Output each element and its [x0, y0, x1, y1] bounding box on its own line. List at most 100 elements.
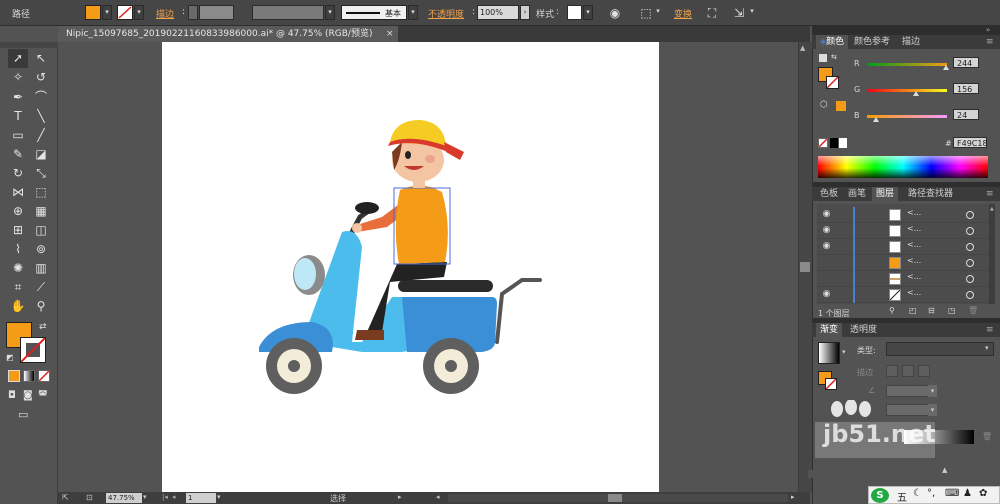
- ime-skin-icon[interactable]: ✿: [979, 488, 987, 499]
- g-slider[interactable]: [867, 89, 947, 92]
- swap-colors-icon[interactable]: ⇄: [39, 322, 49, 332]
- lasso-tool-icon[interactable]: ↺: [31, 68, 51, 87]
- layer-row[interactable]: ◉ <...: [817, 207, 995, 223]
- layers-scroll-up-icon[interactable]: ▲: [990, 206, 994, 212]
- ime-moon-icon[interactable]: ☾: [913, 488, 922, 499]
- r-value-input[interactable]: 244: [953, 57, 979, 68]
- ime-keyboard-icon[interactable]: ⌨: [945, 488, 959, 499]
- stroke-weight-stepper[interactable]: [188, 5, 198, 20]
- visibility-eye-icon[interactable]: ◉: [821, 241, 832, 252]
- share-icon[interactable]: ⇱: [62, 493, 74, 503]
- brush-definition[interactable]: 基本: [341, 5, 407, 20]
- stroke-dropdown[interactable]: ▾: [134, 5, 144, 20]
- arrange-dropdown[interactable]: ▾: [747, 5, 757, 20]
- mesh-tool-icon[interactable]: ⊞: [8, 221, 28, 240]
- fill-swatch[interactable]: [85, 5, 101, 20]
- tab-transparency[interactable]: 透明度: [846, 323, 881, 337]
- panel-collapse-icon[interactable]: »: [986, 26, 998, 34]
- draw-behind-icon[interactable]: ◙: [23, 390, 35, 402]
- new-layer-icon[interactable]: ◳: [948, 306, 958, 316]
- tab-color[interactable]: ◈颜色: [816, 35, 849, 49]
- gradient-type-select[interactable]: [886, 342, 994, 356]
- ime-mode[interactable]: 五: [897, 489, 907, 504]
- layers-menu-icon[interactable]: ≡: [982, 187, 998, 201]
- draw-normal-icon[interactable]: ◘: [8, 390, 20, 402]
- r-slider[interactable]: [867, 63, 947, 66]
- tab-pathfinder[interactable]: 路径查找器: [904, 187, 957, 201]
- tab-layers[interactable]: 图层: [872, 187, 899, 201]
- tab-stroke[interactable]: 描边: [898, 35, 924, 49]
- fill-dropdown[interactable]: ▾: [102, 5, 112, 20]
- b-value-input[interactable]: 24: [953, 109, 979, 120]
- blend-tool-icon[interactable]: ⊚: [31, 240, 51, 259]
- none-mode-icon[interactable]: [38, 370, 50, 382]
- layer-row[interactable]: ◉ <...: [817, 223, 995, 239]
- hex-value-input[interactable]: F49C18: [953, 137, 988, 148]
- opacity-arrow[interactable]: ›: [520, 5, 530, 20]
- stroke-weight-input[interactable]: [199, 5, 234, 20]
- create-sublayer-icon[interactable]: ⊟: [928, 306, 938, 316]
- artboard-tool-icon[interactable]: ⌗: [8, 278, 28, 297]
- r-slider-thumb[interactable]: [943, 65, 949, 70]
- color-panel-stroke[interactable]: [826, 76, 839, 89]
- gradient-tool-icon[interactable]: ◫: [31, 221, 51, 240]
- scroll-thumb[interactable]: [800, 262, 810, 272]
- black-swatch[interactable]: [830, 138, 838, 148]
- gradient-stroke-swatch[interactable]: [825, 378, 837, 390]
- gradient-menu-icon[interactable]: ≡: [982, 323, 998, 337]
- default-colors-icon[interactable]: ◩: [6, 353, 15, 362]
- style-dropdown[interactable]: ▾: [583, 5, 593, 20]
- perspective-grid-tool-icon[interactable]: ▦: [31, 202, 51, 221]
- width-tool-icon[interactable]: ⋈: [8, 183, 28, 202]
- artboard-dropdown-icon[interactable]: ▾: [217, 493, 225, 503]
- stroke-color-icon[interactable]: [20, 337, 46, 363]
- recolor-artwork-icon[interactable]: ◉: [607, 5, 623, 21]
- close-tab-icon[interactable]: ×: [386, 26, 394, 42]
- symbol-sprayer-tool-icon[interactable]: ✺: [8, 259, 28, 278]
- target-circle-icon[interactable]: [966, 259, 974, 267]
- status-arrow-icon[interactable]: ▸: [398, 493, 406, 503]
- align-selection-icon[interactable]: ⬚: [638, 5, 654, 21]
- line-tool-icon[interactable]: ╲: [31, 107, 51, 126]
- zoom-input[interactable]: 47.75%: [106, 493, 142, 503]
- layer-row[interactable]: <...: [817, 271, 995, 287]
- delete-layer-icon[interactable]: 🗑: [968, 306, 978, 316]
- target-circle-icon[interactable]: [966, 275, 974, 283]
- rotate-tool-icon[interactable]: ↻: [8, 164, 28, 183]
- isolate-group-icon[interactable]: ⛶: [704, 5, 720, 21]
- paintbrush-tool-icon[interactable]: ╱: [31, 126, 51, 145]
- target-circle-icon[interactable]: [966, 291, 974, 299]
- pencil-tool-icon[interactable]: ✎: [8, 145, 28, 164]
- screen-mode-icon[interactable]: ▭: [18, 408, 36, 422]
- tab-color-guide[interactable]: 颜色参考: [850, 35, 894, 49]
- make-clipping-mask-icon[interactable]: ◰: [909, 306, 919, 316]
- gamut-swatch[interactable]: [836, 101, 846, 111]
- selection-tool-icon[interactable]: ➚: [8, 49, 28, 68]
- b-slider[interactable]: [867, 115, 947, 118]
- layer-row[interactable]: ◉ <...: [817, 287, 995, 303]
- locate-object-icon[interactable]: ⚲: [889, 306, 899, 316]
- tab-brushes[interactable]: 画笔: [844, 187, 870, 201]
- ime-user-icon[interactable]: ♟: [963, 488, 972, 499]
- visibility-eye-icon[interactable]: ◉: [821, 289, 832, 300]
- target-circle-icon[interactable]: [966, 227, 974, 235]
- graphic-style-swatch[interactable]: [567, 5, 582, 20]
- stroke-label[interactable]: 描边: [156, 7, 174, 20]
- free-transform-tool-icon[interactable]: ⬚: [31, 183, 51, 202]
- target-circle-icon[interactable]: [966, 243, 974, 251]
- rectangle-tool-icon[interactable]: ▭: [8, 126, 28, 145]
- magic-wand-tool-icon[interactable]: ✧: [8, 68, 28, 87]
- gradient-preview-dropdown-icon[interactable]: ▾: [842, 348, 850, 356]
- scale-tool-icon[interactable]: ⤡: [31, 164, 51, 183]
- visibility-eye-icon[interactable]: ◉: [821, 209, 832, 220]
- color-mode-icon[interactable]: [8, 370, 20, 382]
- column-graph-tool-icon[interactable]: ▥: [31, 259, 51, 278]
- type-tool-icon[interactable]: T: [8, 107, 28, 126]
- zoom-tool-icon[interactable]: ⚲: [31, 297, 51, 316]
- tab-gradient[interactable]: 渐变: [816, 323, 843, 337]
- angle-dropdown-icon[interactable]: ▾: [928, 385, 937, 397]
- color-spectrum[interactable]: [818, 156, 988, 178]
- gradient-type-dropdown-icon[interactable]: ▾: [985, 344, 993, 354]
- tab-swatches[interactable]: 色板: [816, 187, 842, 201]
- opacity-input[interactable]: 100%: [477, 5, 519, 20]
